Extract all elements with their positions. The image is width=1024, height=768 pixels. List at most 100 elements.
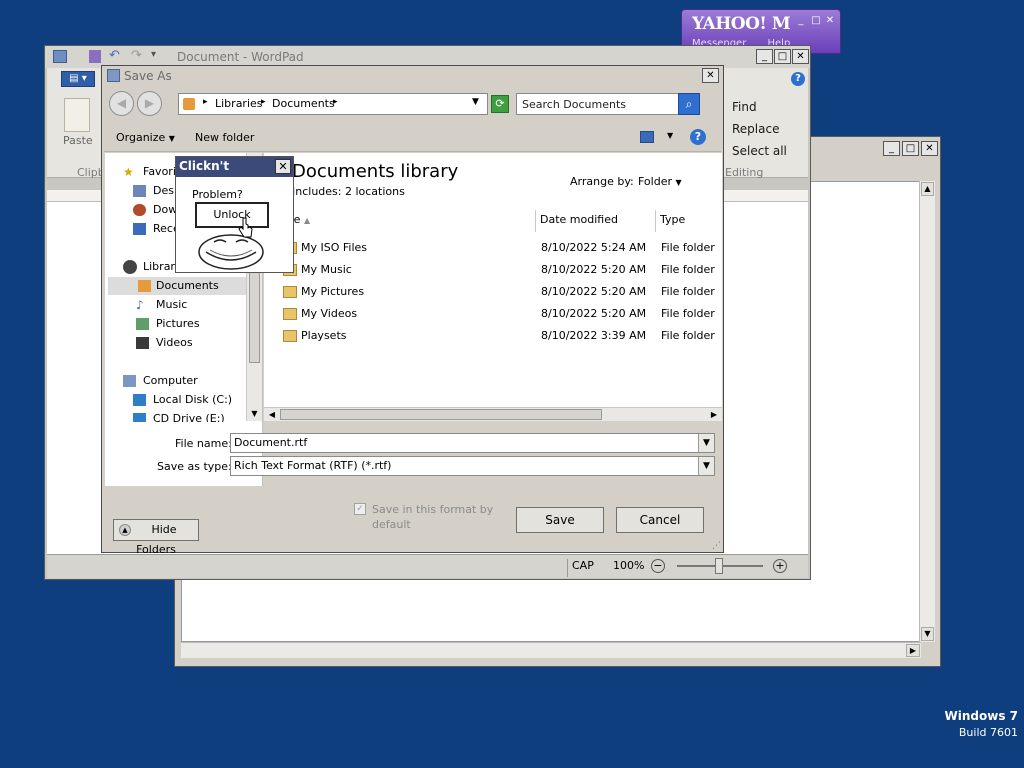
- redo-icon[interactable]: ↷: [131, 48, 142, 63]
- nav-cd-drive[interactable]: CD Drive (E:): [131, 410, 225, 422]
- horizontal-scrollbar[interactable]: ▶: [181, 642, 921, 658]
- file-name-dropdown-icon[interactable]: ▼: [698, 434, 714, 452]
- list-item[interactable]: My Music: [283, 259, 521, 281]
- close-icon[interactable]: ✕: [921, 141, 938, 156]
- videos-icon: [136, 337, 149, 349]
- arrange-by-label: Arrange by:: [570, 175, 634, 188]
- clicknt-popup[interactable]: Clickn't ✕ Problem? Unlock: [175, 156, 294, 273]
- save-as-dialog[interactable]: Save As ✕ ◀ ▶ ▸ Libraries ▸ Documents ▸ …: [101, 65, 724, 556]
- dialog-titlebar[interactable]: Save As ✕: [102, 66, 723, 86]
- hide-folders-button[interactable]: ▲ Hide Folders: [113, 519, 199, 556]
- cancel-button[interactable]: Cancel: [616, 507, 704, 533]
- list-item-date: 8/10/2022 5:20 AM: [541, 263, 647, 276]
- list-item[interactable]: Playsets: [283, 325, 521, 347]
- organize-button[interactable]: Organize ▼: [116, 131, 175, 144]
- search-icon[interactable]: ⌕: [678, 93, 700, 115]
- nav-computer[interactable]: Computer: [121, 372, 198, 390]
- column-header-type[interactable]: Type: [656, 210, 722, 232]
- nav-videos[interactable]: Videos: [134, 334, 193, 352]
- file-list-pane[interactable]: Documents library Includes: 2 locations …: [264, 153, 722, 421]
- scroll-right-icon[interactable]: ▶: [707, 408, 721, 421]
- horizontal-scroll-thumb[interactable]: [280, 409, 602, 420]
- select-all-button[interactable]: Select all: [732, 144, 787, 158]
- forward-button[interactable]: ▶: [137, 91, 162, 116]
- new-folder-button[interactable]: New folder: [195, 131, 254, 144]
- maximize-icon[interactable]: □: [809, 16, 823, 28]
- nav-local-disk[interactable]: Local Disk (C:): [131, 391, 232, 409]
- help-icon[interactable]: ?: [791, 72, 805, 86]
- resize-grip-icon[interactable]: ⋰: [712, 541, 721, 551]
- sort-ascending-icon: ▲: [303, 216, 311, 225]
- file-name-label: File name:: [175, 437, 232, 450]
- view-options-icon[interactable]: [640, 131, 654, 143]
- minimize-icon[interactable]: _: [883, 141, 900, 156]
- search-placeholder: Search Documents: [522, 98, 627, 111]
- save-icon[interactable]: [89, 50, 101, 63]
- cd-drive-icon: [133, 413, 146, 422]
- find-button[interactable]: Find: [732, 100, 757, 114]
- column-header-name[interactable]: Name ▲: [264, 210, 536, 232]
- quick-access-dropdown-icon[interactable]: ▾: [151, 49, 156, 60]
- save-button[interactable]: Save: [516, 507, 604, 533]
- paste-button[interactable]: Paste: [63, 134, 93, 147]
- close-icon[interactable]: ✕: [275, 159, 291, 174]
- address-bar[interactable]: ▸ Libraries ▸ Documents ▸ ▼: [178, 93, 488, 115]
- vertical-scrollbar[interactable]: ▲ ▼: [919, 181, 935, 642]
- list-item-type: File folder: [661, 241, 715, 254]
- undo-icon[interactable]: ↶: [109, 48, 120, 63]
- save-format-checkbox[interactable]: ✓: [354, 503, 366, 515]
- arrange-by-dropdown[interactable]: Folder ▼: [638, 175, 682, 188]
- refresh-icon[interactable]: ⟳: [491, 95, 509, 113]
- problem-label: Problem?: [192, 188, 243, 201]
- nav-documents[interactable]: Documents: [108, 277, 246, 295]
- help-icon[interactable]: ?: [690, 129, 706, 145]
- breadcrumb-libraries[interactable]: Libraries: [215, 97, 263, 110]
- breadcrumb-separator-icon: ▸: [203, 97, 208, 107]
- list-item-date: 8/10/2022 5:20 AM: [541, 285, 647, 298]
- list-item[interactable]: My Videos: [283, 303, 521, 325]
- address-dropdown-icon[interactable]: ▼: [472, 97, 479, 107]
- save-type-select[interactable]: Rich Text Format (RTF) (*.rtf) ▼: [230, 456, 715, 476]
- horizontal-scrollbar[interactable]: ◀ ▶: [264, 407, 722, 421]
- minimize-icon[interactable]: _: [756, 49, 773, 64]
- close-icon[interactable]: ✕: [792, 49, 809, 64]
- popup-titlebar[interactable]: Clickn't ✕: [176, 157, 293, 177]
- breadcrumb-documents[interactable]: Documents: [272, 97, 335, 110]
- computer-icon: [123, 375, 136, 387]
- scroll-down-icon[interactable]: ▼: [921, 627, 934, 641]
- scroll-up-icon[interactable]: ▲: [921, 182, 934, 196]
- nav-pictures[interactable]: Pictures: [134, 315, 200, 333]
- libraries-icon: [123, 260, 137, 274]
- column-header-date[interactable]: Date modified: [536, 210, 656, 232]
- music-icon: ♪: [136, 298, 144, 312]
- scroll-right-icon[interactable]: ▶: [906, 644, 920, 657]
- search-box[interactable]: Search Documents ⌕: [516, 93, 700, 115]
- zoom-in-icon[interactable]: +: [773, 559, 787, 573]
- close-icon[interactable]: ✕: [702, 68, 719, 83]
- save-type-dropdown-icon[interactable]: ▼: [698, 457, 714, 475]
- unlock-button[interactable]: Unlock: [195, 202, 269, 228]
- scroll-left-icon[interactable]: ◀: [265, 408, 279, 421]
- replace-button[interactable]: Replace: [732, 122, 779, 136]
- scroll-down-icon[interactable]: ▼: [247, 407, 262, 421]
- dialog-app-icon: [107, 69, 120, 82]
- zoom-slider-thumb[interactable]: [715, 558, 723, 574]
- maximize-icon[interactable]: □: [774, 49, 791, 64]
- file-name-field[interactable]: Document.rtf ▼: [230, 433, 715, 453]
- app-menu-button[interactable]: ▤ ▾: [61, 71, 95, 87]
- back-button[interactable]: ◀: [109, 91, 134, 116]
- maximize-icon[interactable]: □: [902, 141, 919, 156]
- pictures-icon: [136, 318, 149, 330]
- list-item[interactable]: My Pictures: [283, 281, 521, 303]
- nav-music[interactable]: ♪ Music: [134, 296, 187, 314]
- paste-icon[interactable]: [64, 98, 90, 132]
- organize-dropdown-icon: ▼: [168, 134, 175, 143]
- list-item[interactable]: My ISO Files: [283, 237, 721, 259]
- library-subtitle: Includes: 2 locations: [292, 185, 405, 198]
- minimize-icon[interactable]: _: [794, 16, 808, 28]
- close-icon[interactable]: ✕: [823, 16, 837, 28]
- caps-lock-indicator: CAP: [567, 559, 594, 577]
- save-type-label: Save as type:: [157, 460, 232, 473]
- zoom-out-icon[interactable]: −: [651, 559, 665, 573]
- view-dropdown-icon[interactable]: ▼: [667, 131, 673, 140]
